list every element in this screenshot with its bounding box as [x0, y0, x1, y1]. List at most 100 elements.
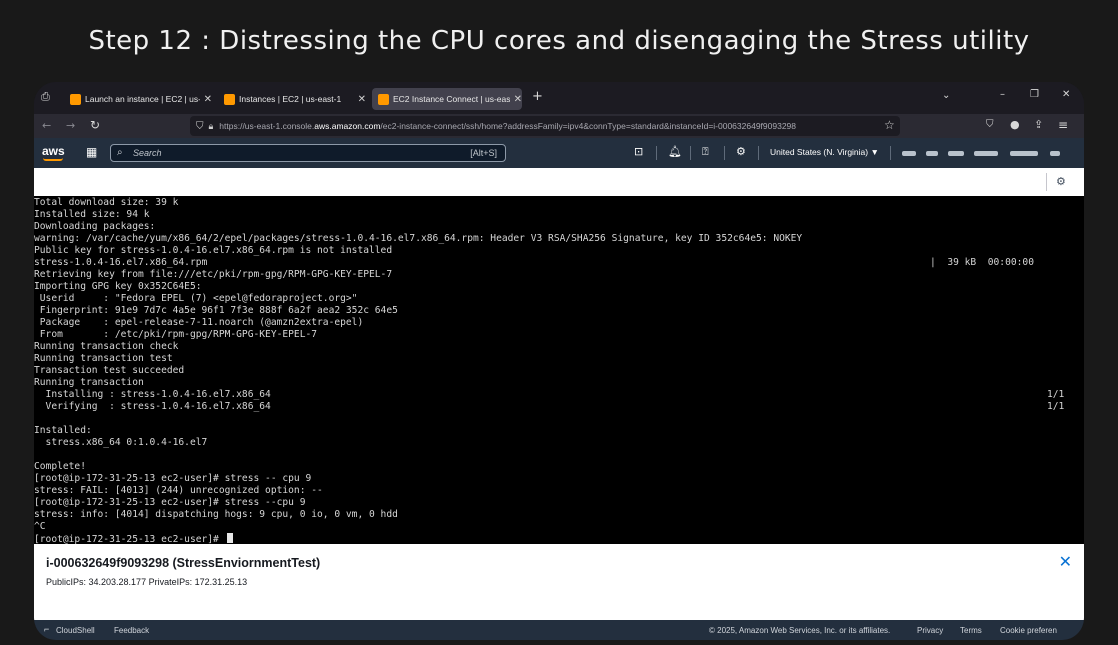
- minimize-icon[interactable]: –: [1000, 89, 1005, 100]
- tab-label: EC2 Instance Connect | us-east-1: [393, 94, 510, 104]
- cloudshell-icon[interactable]: ⌐: [44, 624, 49, 634]
- tab-list-icon[interactable]: ⎙: [41, 90, 50, 104]
- back-icon[interactable]: ←: [42, 119, 51, 132]
- terminal-line: warning: /var/cache/yum/x86_64/2/epel/pa…: [34, 233, 803, 244]
- tab-instances[interactable]: Instances | EC2 | us-east-1 ✕: [218, 88, 366, 110]
- terminal-line: Running transaction test: [34, 353, 173, 364]
- menu-icon[interactable]: ≡: [1058, 118, 1068, 132]
- cloudshell-icon[interactable]: ⊡: [634, 145, 643, 158]
- extensions-icon[interactable]: ⇪: [1034, 118, 1043, 131]
- terminal-line: Total download size: 39 k: [34, 197, 179, 208]
- region-selector[interactable]: United States (N. Virginia) ▼: [770, 147, 879, 157]
- services-grid-icon[interactable]: ▦: [86, 145, 97, 159]
- instance-title: i-000632649f9093298 (StressEnviornmentTe…: [46, 556, 321, 570]
- new-tab-icon[interactable]: +: [532, 89, 543, 104]
- search-icon: ⌕: [117, 147, 123, 158]
- terminal-line: Installed size: 94 k: [34, 209, 150, 220]
- search-shortcut: [Alt+S]: [470, 148, 497, 158]
- terminal-line: Installed:: [34, 425, 92, 436]
- tab-launch-instance[interactable]: Launch an instance | EC2 | us-east-1 ✕: [64, 88, 212, 110]
- terminal-line: Complete!: [34, 461, 86, 472]
- terminal-line: Transaction test succeeded: [34, 365, 185, 376]
- terminal-prompt-line: [root@ip-172-31-25-13 ec2-user]#: [34, 533, 1084, 544]
- terminal-cursor[interactable]: [226, 533, 233, 543]
- terminal-line: Running transaction: [34, 377, 144, 388]
- shield-icon[interactable]: ⛉: [196, 121, 204, 132]
- account-menu-redacted: [926, 151, 938, 156]
- tab-bar: ⎙ Launch an instance | EC2 | us-east-1 ✕…: [34, 82, 1084, 114]
- tab-label: Instances | EC2 | us-east-1: [239, 94, 342, 104]
- restore-icon[interactable]: ❐: [1030, 89, 1039, 100]
- terminal-line-wrap: Verifying : stress-1.0.4-16.el7.x86_64 1/…: [34, 401, 1084, 413]
- navigation-bar: ← → ↻ ⛉ 🔒︎ https://us-east-1.console. aws…: [34, 114, 1084, 138]
- progress-counter: 1/1: [1047, 401, 1065, 412]
- instance-info-panel: i-000632649f9093298 (StressEnviornmentTe…: [34, 544, 1084, 620]
- pocket-icon[interactable]: ⛉: [986, 119, 994, 130]
- instance-ips: PublicIPs: 34.203.28.177 PrivateIPs: 172…: [46, 577, 248, 587]
- aws-console-header: aws ▦ ⌕ Search [Alt+S] ⊡ 🔔︎ ⍰ ⚙ United S…: [34, 138, 1084, 168]
- terminal-line: stress-1.0.4-16.el7.x86_64.rpm: [34, 257, 208, 268]
- account-icon[interactable]: ●: [1010, 118, 1020, 131]
- notifications-bell-icon[interactable]: 🔔︎: [668, 145, 682, 158]
- close-icon[interactable]: ✕: [1059, 552, 1072, 571]
- account-menu-redacted: [1010, 151, 1038, 156]
- close-icon[interactable]: ✕: [204, 94, 212, 105]
- close-icon[interactable]: ✕: [514, 94, 522, 105]
- url-bar[interactable]: ⛉ 🔒︎ https://us-east-1.console. aws.amazo…: [190, 116, 900, 136]
- terminal-line: [root@ip-172-31-25-13 ec2-user]# stress …: [34, 473, 312, 484]
- terminal-line: stress: info: [4014] dispatching hogs: 9…: [34, 509, 398, 520]
- account-menu-redacted: [974, 151, 998, 156]
- settings-icon[interactable]: ⚙: [1056, 175, 1066, 188]
- terminal-line: Installing : stress-1.0.4-16.el7.x86_64: [34, 389, 271, 400]
- close-window-icon[interactable]: ✕: [1062, 89, 1070, 100]
- slide-heading: Step 12 : Distressing the CPU cores and …: [88, 26, 1030, 56]
- close-icon[interactable]: ✕: [358, 94, 366, 105]
- account-menu-redacted: [948, 151, 964, 156]
- reload-icon[interactable]: ↻: [90, 118, 100, 132]
- terminal-line: stress.x86_64 0:1.0.4-16.el7: [34, 437, 208, 448]
- terminal-line: Importing GPG key 0x352C64E5:: [34, 281, 202, 292]
- aws-logo[interactable]: aws: [42, 144, 65, 158]
- progress-counter: 1/1: [1047, 389, 1065, 400]
- terminal-line: Running transaction check: [34, 341, 179, 352]
- terms-link[interactable]: Terms: [960, 626, 982, 635]
- chevron-down-icon[interactable]: ⌄: [942, 90, 950, 101]
- terminal-line: stress: FAIL: [4013] (244) unrecognized …: [34, 485, 323, 496]
- ec2-favicon-icon: [224, 93, 235, 105]
- cloudshell-link[interactable]: CloudShell: [56, 626, 95, 635]
- forward-icon[interactable]: →: [66, 119, 75, 132]
- privacy-link[interactable]: Privacy: [917, 626, 943, 635]
- terminal-line: [root@ip-172-31-25-13 ec2-user]# stress …: [34, 497, 306, 508]
- terminal-line: Verifying : stress-1.0.4-16.el7.x86_64: [34, 401, 271, 412]
- help-icon[interactable]: ⍰: [702, 145, 709, 159]
- lock-icon[interactable]: 🔒︎: [209, 121, 214, 132]
- search-placeholder: Search: [133, 148, 162, 158]
- terminal-line: Userid : "Fedora EPEL (7) <epel@fedorapr…: [34, 293, 358, 304]
- url-host: aws.amazon.com: [314, 121, 381, 131]
- aws-smile-icon: [43, 158, 63, 161]
- browser-window: ⎙ Launch an instance | EC2 | us-east-1 ✕…: [34, 82, 1084, 640]
- ec2-favicon-icon: [70, 93, 81, 105]
- account-menu-redacted: [1050, 151, 1060, 156]
- terminal-output[interactable]: Total download size: 39 k Installed size…: [34, 196, 1084, 544]
- ec2-favicon-icon: [378, 93, 389, 105]
- gear-icon[interactable]: ⚙: [736, 145, 746, 158]
- terminal-line: ^C: [34, 521, 46, 532]
- terminal-line: Public key for stress-1.0.4-16.el7.x86_6…: [34, 245, 393, 256]
- terminal-line: Downloading packages:: [34, 221, 156, 232]
- terminal-line: From : /etc/pki/rpm-gpg/RPM-GPG-KEY-EPEL…: [34, 329, 318, 340]
- feedback-link[interactable]: Feedback: [114, 626, 149, 635]
- tab-ec2-instance-connect[interactable]: EC2 Instance Connect | us-east-1 ✕: [372, 88, 522, 110]
- console-footer: ⌐ CloudShell Feedback © 2025, Amazon Web…: [34, 620, 1084, 640]
- terminal-line-wrap: Installing : stress-1.0.4-16.el7.x86_64 1…: [34, 389, 1084, 401]
- connect-toolbar: ⚙: [34, 168, 1084, 196]
- url-prefix: https://us-east-1.console.: [219, 121, 315, 131]
- terminal-prompt: [root@ip-172-31-25-13 ec2-user]#: [34, 534, 225, 544]
- terminal-line: Retrieving key from file:///etc/pki/rpm-…: [34, 269, 393, 280]
- account-menu-redacted[interactable]: [902, 151, 916, 156]
- cookie-preferences-link[interactable]: Cookie preferen: [1000, 626, 1057, 635]
- bookmark-star-icon[interactable]: ☆: [884, 118, 895, 132]
- search-input[interactable]: ⌕ Search [Alt+S]: [110, 144, 506, 162]
